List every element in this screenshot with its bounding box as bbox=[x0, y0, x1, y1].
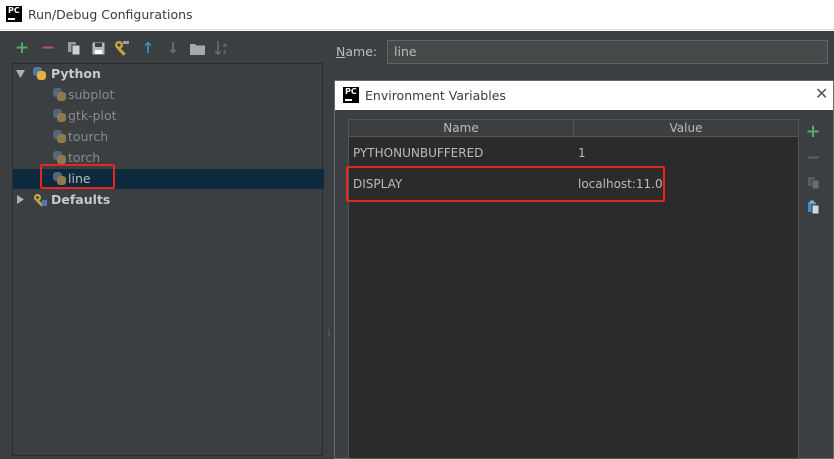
dialog-title-bar: PC Environment Variables ✕ bbox=[335, 81, 833, 110]
table-header: Name Value bbox=[349, 120, 798, 137]
python-config-icon bbox=[53, 130, 66, 143]
sort-icon[interactable]: az bbox=[214, 40, 230, 56]
python-icon bbox=[33, 67, 46, 80]
table-row[interactable]: DISPLAY localhost:11.0 bbox=[349, 169, 798, 199]
tree-item-gtk-plot[interactable]: gtk-plot bbox=[13, 106, 324, 126]
tree-group-python[interactable]: Python bbox=[13, 64, 324, 84]
folder-icon[interactable] bbox=[189, 40, 205, 56]
tree-item-subplot[interactable]: subplot bbox=[13, 85, 324, 105]
window-title-bar: PC Run/Debug Configurations bbox=[0, 0, 834, 30]
python-config-icon bbox=[53, 88, 66, 101]
name-label-rest: ame: bbox=[345, 44, 378, 59]
defaults-wrench-icon bbox=[33, 193, 47, 207]
tree-item-label: tourch bbox=[68, 129, 109, 144]
configurations-tree: Python subplot gtk-plot tourch torch lin… bbox=[12, 63, 324, 456]
tree-item-label: gtk-plot bbox=[68, 108, 117, 123]
svg-text:a: a bbox=[223, 42, 227, 49]
move-down-icon[interactable]: ↓ bbox=[165, 39, 181, 57]
remove-icon[interactable]: − bbox=[805, 147, 821, 168]
environment-variables-dialog: PC Environment Variables ✕ Name Value PY… bbox=[334, 80, 834, 459]
collapse-arrow-icon[interactable] bbox=[17, 195, 24, 204]
splitter-handle[interactable]: ⋮ ⋮ bbox=[325, 328, 333, 344]
column-header-name[interactable]: Name bbox=[349, 121, 573, 135]
paste-icon[interactable] bbox=[805, 199, 821, 215]
wrench-icon[interactable] bbox=[114, 40, 130, 56]
tree-item-label: line bbox=[68, 171, 91, 186]
tree-item-line-selected[interactable]: line bbox=[13, 169, 324, 189]
env-var-value[interactable]: localhost:11.0 bbox=[578, 177, 663, 191]
env-var-name[interactable]: DISPLAY bbox=[353, 177, 402, 191]
copy-icon[interactable] bbox=[66, 40, 82, 56]
python-config-icon bbox=[53, 109, 66, 122]
tree-item-torch[interactable]: torch bbox=[13, 148, 324, 168]
tree-group-label: Python bbox=[51, 66, 101, 81]
name-input[interactable]: line bbox=[387, 40, 828, 64]
svg-text:z: z bbox=[223, 49, 227, 56]
save-icon[interactable] bbox=[90, 40, 106, 56]
table-row[interactable]: PYTHONUNBUFFERED 1 bbox=[349, 138, 798, 168]
pycharm-logo-icon: PC bbox=[6, 6, 22, 22]
add-icon[interactable]: + bbox=[805, 121, 821, 142]
add-icon[interactable]: + bbox=[14, 38, 30, 58]
tree-group-label: Defaults bbox=[51, 192, 111, 207]
expand-arrow-icon[interactable] bbox=[16, 70, 25, 78]
column-header-value[interactable]: Value bbox=[574, 121, 798, 135]
python-config-icon bbox=[53, 172, 66, 185]
move-up-icon[interactable]: ↑ bbox=[140, 39, 156, 57]
window-title: Run/Debug Configurations bbox=[28, 7, 193, 22]
env-var-value[interactable]: 1 bbox=[578, 146, 586, 160]
name-label: Name: bbox=[336, 44, 377, 59]
remove-icon[interactable]: − bbox=[40, 38, 56, 58]
env-vars-table: Name Value PYTHONUNBUFFERED 1 DISPLAY lo… bbox=[348, 119, 799, 459]
copy-icon[interactable] bbox=[805, 175, 821, 191]
env-var-name[interactable]: PYTHONUNBUFFERED bbox=[353, 146, 483, 160]
pycharm-logo-icon: PC bbox=[343, 87, 359, 103]
name-label-mnemonic: N bbox=[336, 44, 346, 59]
close-icon[interactable]: ✕ bbox=[815, 84, 828, 103]
tree-group-defaults[interactable]: Defaults bbox=[13, 190, 324, 210]
tree-item-tourch[interactable]: tourch bbox=[13, 127, 324, 147]
tree-item-label: subplot bbox=[68, 87, 115, 102]
tree-item-label: torch bbox=[68, 150, 101, 165]
python-config-icon bbox=[53, 151, 66, 164]
dialog-title: Environment Variables bbox=[365, 88, 506, 103]
